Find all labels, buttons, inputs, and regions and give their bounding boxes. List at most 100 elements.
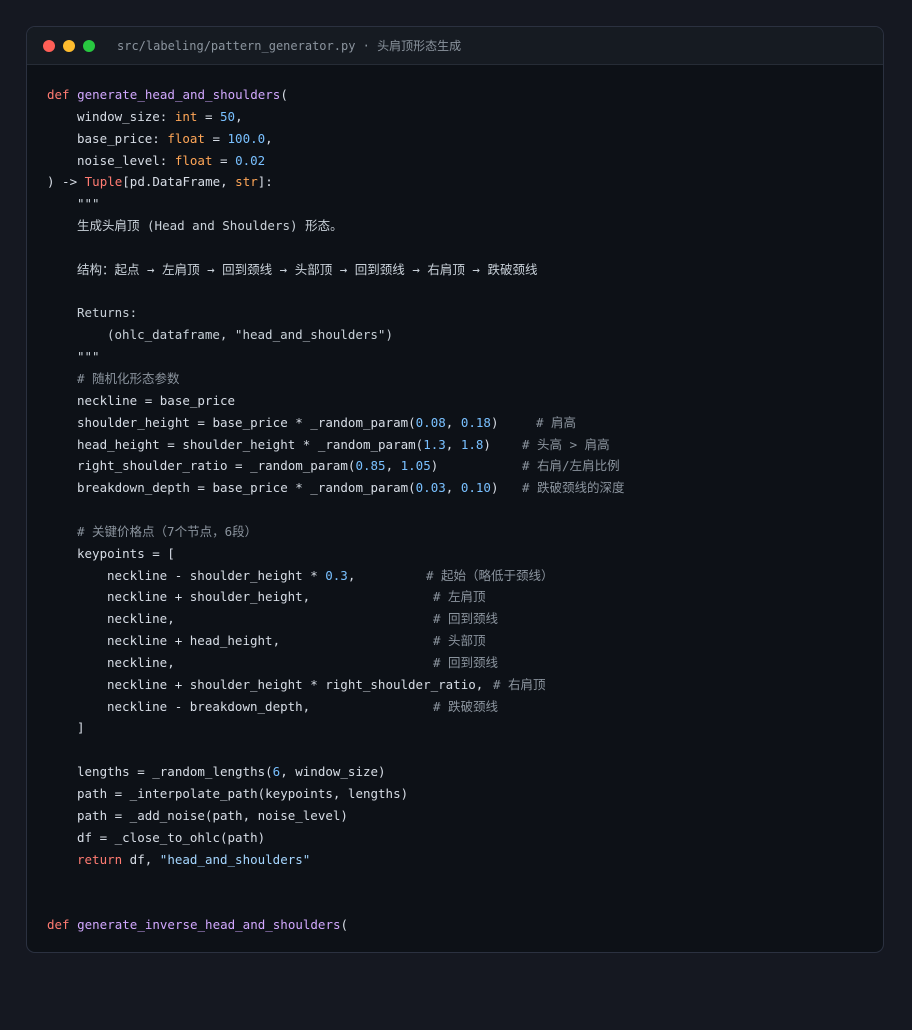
code-line: ) -> Tuple[pd.DataFrame, str]: — [47, 171, 883, 193]
code-line: """ — [47, 346, 883, 368]
code-line: neckline - breakdown_depth, # 跌破颈线 — [47, 696, 883, 718]
code-line: neckline, # 回到颈线 — [47, 608, 883, 630]
comment: # 右肩顶 — [493, 676, 546, 692]
type-name: str — [235, 174, 258, 190]
code-line: neckline + shoulder_height, # 左肩顶 — [47, 586, 883, 608]
statement: neckline + head_height, — [107, 633, 281, 649]
window-titlebar: src/labeling/pattern_generator.py · 头肩顶形… — [27, 27, 883, 65]
punctuation: ) — [490, 414, 499, 430]
statement: neckline + shoulder_height, — [107, 589, 311, 605]
docstring: Returns: — [77, 305, 138, 321]
statement: df = _close_to_ohlc(path) — [77, 829, 266, 845]
number-literal: 0.08 — [415, 414, 446, 430]
docstring: 结构：起点 → 左肩顶 → 回到颈线 → 头部顶 → 回到颈线 → 右肩顶 → … — [77, 261, 538, 277]
code-line: """ — [47, 193, 883, 215]
punctuation: ( — [280, 87, 288, 102]
docstring: """ — [77, 349, 100, 365]
code-line: return df, "head_and_shoulders" — [47, 849, 883, 871]
code-line: path = _add_noise(path, noise_level) — [47, 805, 883, 827]
comment: # 肩高 — [536, 414, 577, 430]
code-line: shoulder_height = base_price * _random_p… — [47, 412, 883, 434]
number-literal: 0.02 — [235, 152, 266, 168]
statement: path = _interpolate_path(keypoints, leng… — [77, 786, 409, 801]
type-name: int — [174, 108, 198, 124]
statement: , window_size) — [280, 764, 386, 780]
docstring: """ — [77, 196, 100, 212]
statement: right_shoulder_ratio = _random_param( — [77, 458, 356, 474]
statement: breakdown_depth = base_price * _random_p… — [77, 480, 416, 496]
number-literal: 0.10 — [460, 480, 491, 496]
code-line: neckline + head_height, # 头部顶 — [47, 630, 883, 652]
statement: neckline, — [107, 654, 175, 670]
comment: # 回到颈线 — [433, 654, 499, 670]
code-line: noise_level: float = 0.02 — [47, 150, 883, 172]
number-literal: 100.0 — [227, 130, 266, 146]
statement: df, — [122, 851, 160, 867]
punctuation: , — [347, 567, 356, 583]
punctuation: , — [445, 414, 461, 430]
type-name: Tuple — [84, 174, 123, 190]
code-line: neckline - shoulder_height * 0.3, # 起始（略低… — [47, 565, 883, 587]
code-line: window_size: int = 50, — [47, 106, 883, 128]
comment: # 起始（略低于颈线） — [426, 567, 554, 583]
statement: keypoints = [ — [77, 545, 175, 561]
code-line: path = _interpolate_path(keypoints, leng… — [47, 783, 883, 805]
comment: # 跌破颈线 — [433, 698, 499, 714]
comment: # 随机化形态参数 — [77, 370, 180, 386]
number-literal: 50 — [220, 108, 236, 124]
docstring: (ohlc_dataframe, "head_and_shoulders") — [107, 327, 393, 343]
number-literal: 0.03 — [415, 480, 446, 496]
code-line: (ohlc_dataframe, "head_and_shoulders") — [47, 324, 883, 346]
code-line: keypoints = [ — [47, 543, 883, 565]
code-window: src/labeling/pattern_generator.py · 头肩顶形… — [26, 26, 884, 953]
keyword: return — [77, 851, 123, 867]
number-literal: 0.3 — [325, 567, 348, 583]
code-line: neckline + shoulder_height * right_shoul… — [47, 674, 883, 696]
code-line: # 随机化形态参数 — [47, 368, 883, 390]
punctuation: ) — [490, 480, 499, 496]
number-literal: 1.05 — [400, 458, 431, 474]
number-literal: 1.3 — [423, 436, 446, 452]
keyword: def — [47, 917, 70, 933]
number-literal: 1.8 — [460, 436, 484, 452]
statement: lengths = _random_lengths( — [77, 764, 273, 780]
number-literal: 0.18 — [460, 414, 491, 430]
operator: = — [212, 152, 236, 168]
punctuation: , — [265, 130, 273, 146]
window-title: src/labeling/pattern_generator.py · 头肩顶形… — [117, 39, 462, 53]
function-name: generate_inverse_head_and_shoulders — [77, 917, 341, 933]
punctuation: ) — [430, 458, 439, 474]
code-line: ] — [47, 717, 883, 739]
punctuation: ) -> — [47, 174, 85, 190]
statement: head_height = shoulder_height * _random_… — [77, 436, 424, 452]
statement: neckline = base_price — [77, 392, 236, 408]
code-line: 生成头肩顶 (Head and Shoulders) 形态。 — [47, 215, 883, 237]
punctuation: ]: — [257, 174, 273, 190]
close-window-button[interactable] — [43, 39, 55, 52]
code-line: def generate_head_and_shoulders( — [47, 84, 883, 106]
code-line: neckline = base_price — [47, 390, 883, 412]
maximize-window-button[interactable] — [83, 39, 95, 52]
code-line: base_price: float = 100.0, — [47, 128, 883, 150]
code-line: right_shoulder_ratio = _random_param(0.8… — [47, 455, 883, 477]
type-name: float — [167, 130, 205, 146]
punctuation: , — [385, 458, 401, 474]
punctuation: ) — [483, 436, 491, 452]
minimize-window-button[interactable] — [63, 39, 75, 52]
comment: # 跌破颈线的深度 — [522, 480, 625, 496]
punctuation: , — [235, 108, 243, 124]
string-literal: "head_and_shoulders" — [159, 851, 311, 867]
code-line: lengths = _random_lengths(6, window_size… — [47, 761, 883, 783]
code-block[interactable]: def generate_head_and_shoulders( window_… — [27, 65, 883, 936]
code-line: breakdown_depth = base_price * _random_p… — [47, 477, 883, 499]
statement: path = _add_noise(path, noise_level) — [77, 807, 348, 823]
param-name: base_price: — [77, 130, 168, 146]
function-name: generate_head_and_shoulders — [77, 87, 281, 102]
statement: neckline, — [107, 611, 175, 627]
